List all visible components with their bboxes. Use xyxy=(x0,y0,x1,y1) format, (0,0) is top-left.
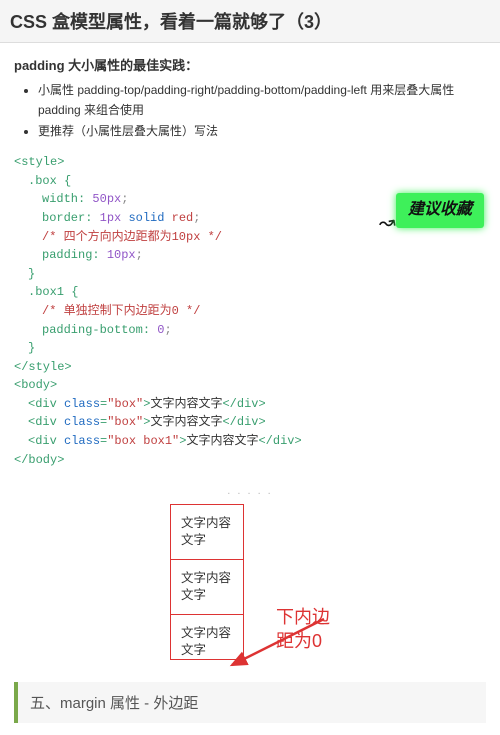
subheading: padding 大小属性的最佳实践： xyxy=(14,55,486,74)
code-line: } xyxy=(14,265,486,284)
list-item: 小属性 padding-top/padding-right/padding-bo… xyxy=(38,80,486,121)
code-comment: /* 四个方向内边距都为10px */ xyxy=(14,228,486,247)
code-line: <div class="box">文字内容文字</div> xyxy=(14,413,486,432)
demo-boxes: 文字内容文字 文字内容文字 文字内容文字 xyxy=(170,505,244,659)
article-body: padding 大小属性的最佳实践： 小属性 padding-top/paddi… xyxy=(0,43,500,735)
code-comment: /* 单独控制下内边距为0 */ xyxy=(14,302,486,321)
demo-box-last: 文字内容文字 xyxy=(170,614,244,660)
list-item: 更推荐（小属性层叠大属性）写法 xyxy=(38,121,486,141)
code-line: } xyxy=(14,339,486,358)
code-line: padding-bottom: 0; xyxy=(14,321,486,340)
code-line: <div class="box box1">文字内容文字</div> xyxy=(14,432,486,451)
code-line: <div class="box">文字内容文字</div> xyxy=(14,395,486,414)
code-line: .box1 { xyxy=(14,283,486,302)
page-title: CSS 盒模型属性，看着一篇就够了（3） xyxy=(0,0,500,43)
code-line: </body> xyxy=(14,451,486,470)
demo-figure: 文字内容文字 文字内容文字 文字内容文字 下内边距为0 xyxy=(14,505,486,659)
suggestion-badge: 建议收藏 xyxy=(396,193,484,228)
code-line: .box { xyxy=(14,172,486,191)
bullet-list: 小属性 padding-top/padding-right/padding-bo… xyxy=(14,80,486,141)
section-separator: . . . . . xyxy=(14,485,486,497)
code-line: </style> xyxy=(14,358,486,377)
code-line: <style> xyxy=(14,153,486,172)
demo-box: 文字内容文字 xyxy=(170,559,244,615)
code-line: padding: 10px; xyxy=(14,246,486,265)
code-block: ↝ 建议收藏 <style> .box { width: 50px; borde… xyxy=(14,151,486,471)
section-heading: 五、margin 属性 - 外边距 xyxy=(14,682,486,723)
code-line: <body> xyxy=(14,376,486,395)
demo-caption: 下内边距为0 xyxy=(276,605,330,654)
demo-box: 文字内容文字 xyxy=(170,504,244,560)
